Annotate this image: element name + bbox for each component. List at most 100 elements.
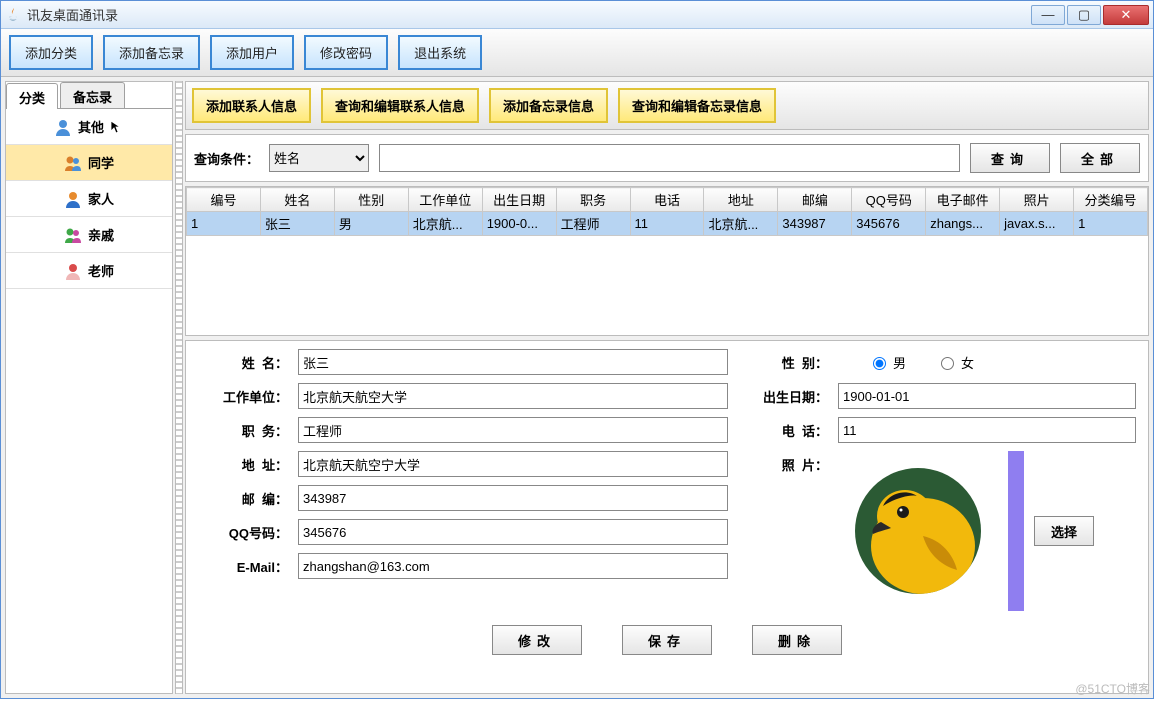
window-title: 讯友桌面通讯录 — [27, 5, 1029, 24]
people-icon — [64, 154, 82, 172]
sub-toolbar: 添加联系人信息 查询和编辑联系人信息 添加备忘录信息 查询和编辑备忘录信息 — [185, 81, 1149, 130]
search-label: 查询条件： — [194, 149, 259, 168]
zip-field[interactable] — [298, 485, 728, 511]
table-header-row: 编号 姓名 性别 工作单位 出生日期 职务 电话 地址 邮编 QQ号码 电子邮件… — [187, 188, 1148, 212]
add-memo-info-button[interactable]: 添加备忘录信息 — [489, 88, 608, 123]
col-gender[interactable]: 性别 — [334, 188, 408, 212]
phone-field[interactable] — [838, 417, 1136, 443]
left-tabs: 分类 备忘录 — [6, 82, 172, 108]
col-email[interactable]: 电子邮件 — [926, 188, 1000, 212]
category-list: 其他 同学 家人 亲戚 老师 — [6, 108, 172, 693]
tab-category[interactable]: 分类 — [6, 83, 58, 109]
label-name: 姓 名： — [198, 353, 288, 372]
col-id[interactable]: 编号 — [187, 188, 261, 212]
category-family[interactable]: 家人 — [6, 181, 172, 217]
person-red-icon — [64, 262, 82, 280]
category-label: 家人 — [88, 189, 114, 208]
gender-female[interactable]: 女 — [936, 353, 974, 372]
email-field[interactable] — [298, 553, 728, 579]
gender-row: 男 女 — [838, 349, 1136, 375]
label-address: 地 址： — [198, 455, 288, 474]
category-label: 亲戚 — [88, 225, 114, 244]
birth-field[interactable] — [838, 383, 1136, 409]
minimize-button[interactable]: — — [1031, 5, 1065, 25]
maximize-button[interactable]: ▢ — [1067, 5, 1101, 25]
save-button[interactable]: 保存 — [622, 625, 712, 655]
address-field[interactable] — [298, 451, 728, 477]
app-window: 讯友桌面通讯录 — ▢ ✕ 添加分类 添加备忘录 添加用户 修改密码 退出系统 … — [0, 0, 1154, 699]
add-contact-button[interactable]: 添加联系人信息 — [192, 88, 311, 123]
position-field[interactable] — [298, 417, 728, 443]
delete-button[interactable]: 删除 — [752, 625, 842, 655]
close-button[interactable]: ✕ — [1103, 5, 1149, 25]
workplace-field[interactable] — [298, 383, 728, 409]
category-relative[interactable]: 亲戚 — [6, 217, 172, 253]
main-toolbar: 添加分类 添加备忘录 添加用户 修改密码 退出系统 — [1, 29, 1153, 77]
photo-preview — [838, 451, 998, 611]
add-memo-button[interactable]: 添加备忘录 — [103, 35, 200, 70]
right-panel: 添加联系人信息 查询和编辑联系人信息 添加备忘录信息 查询和编辑备忘录信息 查询… — [185, 81, 1149, 694]
person-icon — [54, 118, 72, 136]
java-icon — [5, 7, 21, 23]
label-email: E-Mail： — [198, 557, 288, 576]
label-birth: 出生日期： — [738, 387, 828, 406]
search-bar: 查询条件： 姓名 查询 全部 — [185, 134, 1149, 182]
people-green-icon — [64, 226, 82, 244]
title-bar: 讯友桌面通讯录 — ▢ ✕ — [1, 1, 1153, 29]
category-label: 同学 — [88, 153, 114, 172]
photo-scrollbar[interactable] — [1008, 451, 1024, 611]
gender-male[interactable]: 男 — [868, 353, 906, 372]
search-field-select[interactable]: 姓名 — [269, 144, 369, 172]
category-teacher[interactable]: 老师 — [6, 253, 172, 289]
query-edit-memo-button[interactable]: 查询和编辑备忘录信息 — [618, 88, 776, 123]
cursor-icon — [110, 120, 124, 134]
exit-system-button[interactable]: 退出系统 — [398, 35, 482, 70]
photo-cell: 选择 — [838, 451, 1136, 611]
label-workplace: 工作单位： — [198, 387, 288, 406]
window-buttons: — ▢ ✕ — [1029, 5, 1149, 25]
radio-female[interactable] — [941, 357, 954, 370]
select-photo-button[interactable]: 选择 — [1034, 516, 1094, 546]
bird-photo-icon — [853, 466, 983, 596]
label-position: 职 务： — [198, 421, 288, 440]
category-other[interactable]: 其他 — [6, 109, 172, 145]
detail-form: 姓 名： 性 别： 男 女 工作单位： 出生日期： 职 务： 电 话： 地 址：… — [185, 340, 1149, 694]
all-button[interactable]: 全部 — [1060, 143, 1140, 173]
change-password-button[interactable]: 修改密码 — [304, 35, 388, 70]
label-phone: 电 话： — [738, 421, 828, 440]
col-catid[interactable]: 分类编号 — [1074, 188, 1148, 212]
category-label: 老师 — [88, 261, 114, 280]
left-panel: 分类 备忘录 其他 同学 家人 亲戚 — [5, 81, 173, 694]
col-phone[interactable]: 电话 — [630, 188, 704, 212]
action-row: 修改 保存 删除 — [198, 619, 1136, 655]
category-classmate[interactable]: 同学 — [6, 145, 172, 181]
col-qq[interactable]: QQ号码 — [852, 188, 926, 212]
col-address[interactable]: 地址 — [704, 188, 778, 212]
name-field[interactable] — [298, 349, 728, 375]
add-category-button[interactable]: 添加分类 — [9, 35, 93, 70]
watermark: @51CTO博客 — [1075, 680, 1150, 697]
table-empty-area — [186, 236, 1148, 335]
table-row[interactable]: 1 张三 男 北京航... 1900-0... 工程师 11 北京航... 34… — [187, 212, 1148, 236]
splitter[interactable] — [175, 81, 183, 694]
search-input[interactable] — [379, 144, 960, 172]
col-zip[interactable]: 邮编 — [778, 188, 852, 212]
body: 分类 备忘录 其他 同学 家人 亲戚 — [1, 77, 1153, 698]
label-gender: 性 别： — [738, 353, 828, 372]
tab-memo[interactable]: 备忘录 — [60, 82, 125, 108]
col-photo[interactable]: 照片 — [1000, 188, 1074, 212]
add-user-button[interactable]: 添加用户 — [210, 35, 294, 70]
search-button[interactable]: 查询 — [970, 143, 1050, 173]
label-photo: 照 片： — [738, 455, 828, 474]
col-name[interactable]: 姓名 — [260, 188, 334, 212]
radio-male[interactable] — [873, 357, 886, 370]
label-qq: QQ号码： — [198, 523, 288, 542]
col-workplace[interactable]: 工作单位 — [408, 188, 482, 212]
label-zip: 邮 编： — [198, 489, 288, 508]
query-edit-contact-button[interactable]: 查询和编辑联系人信息 — [321, 88, 479, 123]
col-position[interactable]: 职务 — [556, 188, 630, 212]
person-orange-icon — [64, 190, 82, 208]
qq-field[interactable] — [298, 519, 728, 545]
modify-button[interactable]: 修改 — [492, 625, 582, 655]
col-birth[interactable]: 出生日期 — [482, 188, 556, 212]
